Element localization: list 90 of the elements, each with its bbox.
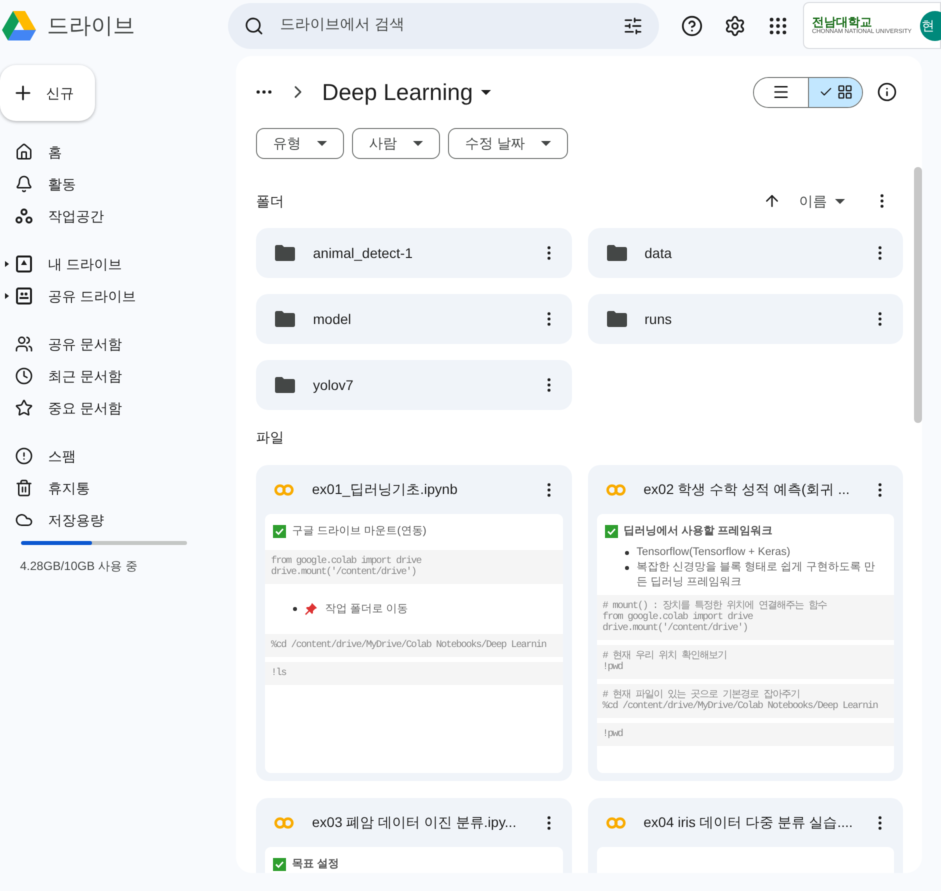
- checkbox-icon: [273, 858, 286, 871]
- nav-item[interactable]: 스팸: [0, 440, 236, 472]
- nav-item[interactable]: 작업공간: [0, 200, 236, 232]
- nav-item[interactable]: 공유 드라이브: [0, 280, 236, 312]
- avatar[interactable]: 현: [920, 10, 941, 40]
- help-icon[interactable]: [681, 14, 703, 36]
- caret-icon: [317, 141, 327, 146]
- nav-item[interactable]: 활동: [0, 168, 236, 200]
- checkbox-icon: [273, 524, 286, 538]
- list-icon: [772, 83, 790, 101]
- code-cell: %cd /content/drive/MyDrive/Colab Notebooks/Deep Learnin: [265, 634, 562, 657]
- filter-chip[interactable]: 사람: [352, 128, 440, 159]
- caret-icon: [835, 198, 845, 204]
- nav-item[interactable]: 중요 문서함: [0, 392, 236, 424]
- grid-icon: [836, 84, 852, 100]
- nav-item[interactable]: 내 드라이브: [0, 248, 236, 280]
- folder-card[interactable]: yolov7: [256, 360, 572, 410]
- shared-drive-icon: [15, 287, 33, 305]
- code-cell: # mount() : 장치를 특정한 위치에 연결해주는 함수 from google.colab import drive drive.mount('/content/drive'): [596, 594, 894, 640]
- people-icon: [15, 335, 33, 353]
- folder-icon: [606, 245, 626, 261]
- colab-icon: [606, 816, 626, 828]
- folder-card[interactable]: model: [256, 294, 572, 344]
- folder-icon: [606, 311, 626, 327]
- heading-text: 구글 드라이브 마운트(연동): [292, 524, 426, 539]
- file-card[interactable]: ex01_딥러닝기초.ipynb 구글 드라이브 마운트(연동) from google.colab import drive drive.mount('/content/drive') 작업 폴더로 이동 %cd /content/drive/MyDrive/Colab Notebooks/Deep Learnin !ls: [256, 465, 572, 781]
- section-heading: 폴더: [256, 192, 284, 210]
- bullet-text: Tensorflow(Tensorflow + Keras): [636, 544, 790, 560]
- folder-card[interactable]: runs: [588, 294, 903, 344]
- caret-icon: [413, 141, 423, 146]
- new-button[interactable]: 신규: [0, 65, 95, 121]
- app-title: 드라이브: [47, 12, 135, 40]
- three-circles-icon: [15, 207, 33, 225]
- pushpin-icon: [305, 602, 317, 615]
- code-cell: # 현재 우리 위치 확인해보기 !pwd: [596, 644, 894, 678]
- code-cell: !pwd: [596, 722, 894, 746]
- folder-icon: [275, 377, 295, 393]
- search-icon: [244, 16, 264, 36]
- file-card[interactable]: ex04 iris 데이터 다중 분류 실습....: [588, 798, 903, 873]
- bullet-icon: [293, 606, 297, 611]
- bullet-icon: [624, 566, 628, 570]
- drive-icon: [15, 255, 33, 273]
- clock-icon: [15, 367, 33, 385]
- filter-chip[interactable]: 수정 날짜: [448, 128, 568, 159]
- colab-icon: [274, 816, 294, 828]
- nav-item[interactable]: 휴지통: [0, 472, 236, 504]
- code-cell: # 현재 파일이 있는 곳으로 기본경로 잡아주기 %cd /content/drive/MyDrive/Colab Notebooks/Deep Learnin: [596, 684, 894, 718]
- trash-icon: [15, 479, 33, 497]
- heading-text: 딥러닝에서 사용할 프레임워크: [624, 524, 773, 539]
- checkbox-icon: [604, 524, 618, 538]
- sort-button[interactable]: 이름: [799, 190, 845, 212]
- code-cell: !ls: [265, 662, 562, 685]
- folder-icon: [275, 245, 295, 261]
- file-card[interactable]: ex02 학생 수학 성적 예측(회귀 ... 딥러닝에서 사용할 프레임워크 Tensorflow(Tensorflow + Keras) 복잡한 신경망을 블록 형태로 쉽게 구현하도록 만든 딥러닝 프레임워크 # mount() : 장치를 특정한 위치에 연결해주는 함수 from google.colab import drive drive.mount('/content/drive') # 현재 우리 위치 확인해보기 !pwd # 현재 파일이 있는 곳으로 기본경로 잡아주기 %cd /content/drive/MyDrive/Colab Notebooks/Deep Learnin !pwd: [588, 465, 903, 781]
- nav-item[interactable]: 최근 문서함: [0, 360, 236, 392]
- filter-chip[interactable]: 유형: [256, 128, 344, 159]
- nav-item[interactable]: 홈: [0, 136, 236, 168]
- bullet-icon: [624, 550, 628, 554]
- code-cell: from google.colab import drive drive.mount('/content/drive'): [265, 550, 562, 584]
- nav-item[interactable]: 공유 문서함: [0, 328, 236, 360]
- expand-icon[interactable]: [5, 261, 9, 267]
- folder-title[interactable]: Deep Learning: [322, 74, 491, 110]
- caret-icon: [480, 90, 491, 94]
- colab-icon: [606, 484, 626, 496]
- folder-card[interactable]: animal_detect-1: [256, 228, 572, 278]
- star-icon: [15, 399, 33, 417]
- colab-icon: [274, 484, 294, 496]
- file-card[interactable]: ex03 폐암 데이터 이진 분류.ipy... 목표 설정: [256, 798, 572, 873]
- bell-icon: [15, 175, 33, 193]
- drive-logo-icon: [2, 10, 36, 40]
- bullet-text: 작업 폴더로 이동: [325, 602, 408, 616]
- search-field[interactable]: 드라이브에서 검색: [280, 14, 607, 37]
- info-icon[interactable]: [877, 82, 897, 102]
- folder-icon: [275, 311, 295, 327]
- search-bar[interactable]: 드라이브에서 검색: [228, 2, 659, 48]
- caret-icon: [540, 141, 551, 146]
- bullet-text: 복잡한 신경망을 블록 형태로 쉽게 구현하도록 만든 딥러닝 프레임워크: [636, 560, 876, 590]
- alert-icon: [15, 447, 33, 465]
- folder-card[interactable]: data: [588, 228, 903, 278]
- section-heading: 파일: [256, 428, 285, 447]
- storage-text: 4.28GB/10GB 사용 중: [20, 558, 138, 575]
- heading-text: 목표 설정: [292, 857, 340, 872]
- cloud-icon: [15, 511, 33, 529]
- grid-view-button[interactable]: [808, 78, 862, 106]
- expand-icon[interactable]: [5, 293, 9, 299]
- nav-item[interactable]: 저장용량: [0, 504, 236, 536]
- filter-icon[interactable]: [623, 16, 643, 36]
- home-icon: [15, 143, 33, 161]
- org-name: 전남대학교: [812, 16, 873, 28]
- settings-icon[interactable]: [724, 14, 746, 36]
